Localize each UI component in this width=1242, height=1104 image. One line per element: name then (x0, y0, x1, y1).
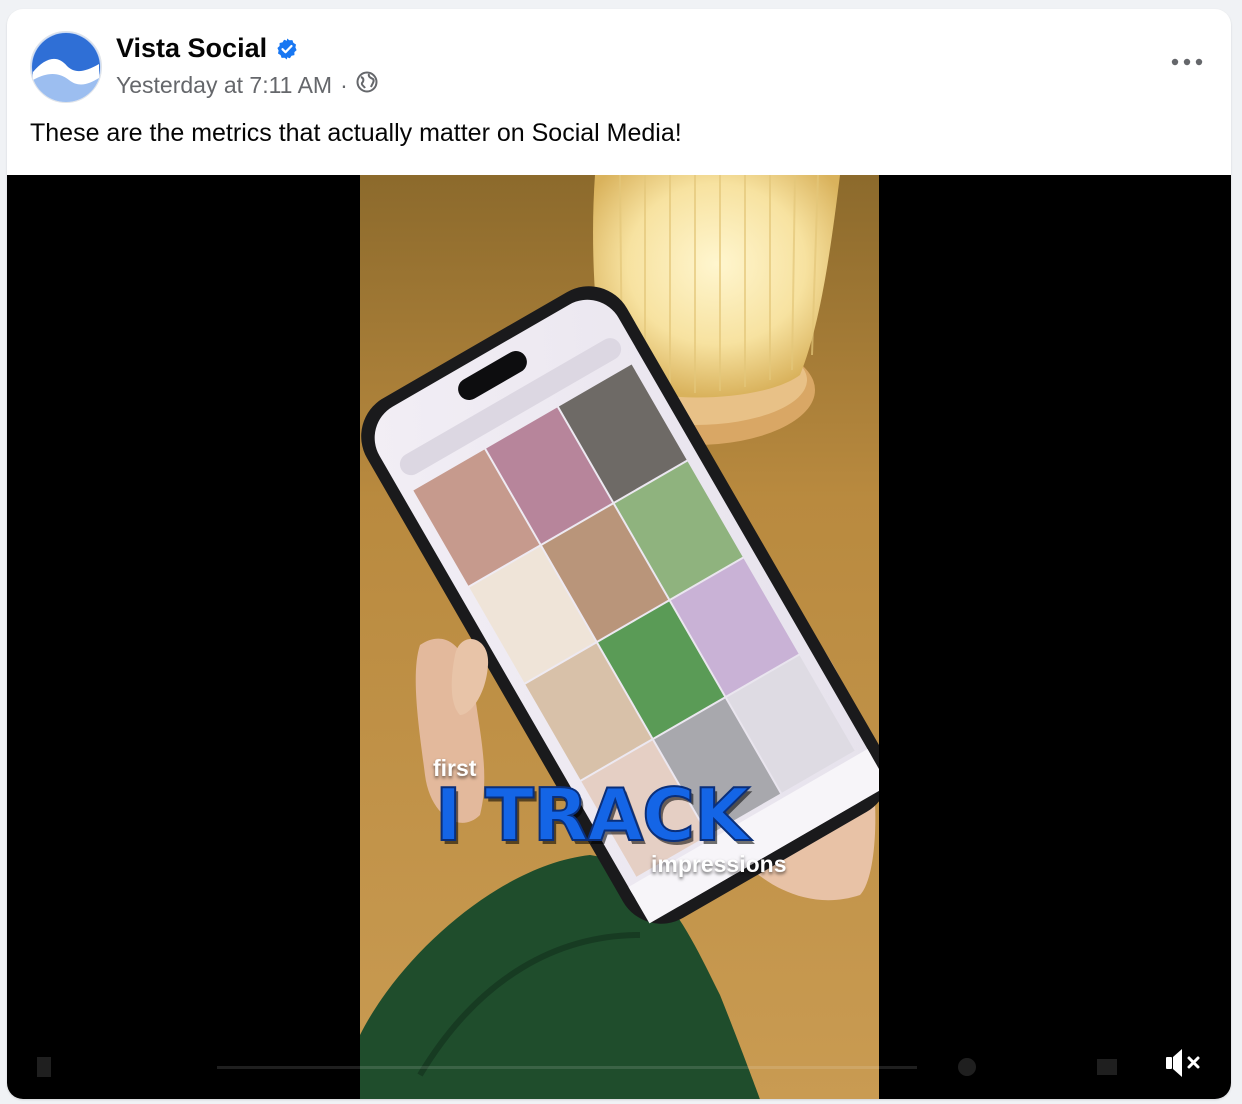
video-frame (360, 175, 879, 1099)
mute-toggle-button[interactable] (1162, 1043, 1206, 1083)
video-caption-main: I TRACK (434, 772, 751, 858)
video-caption-bottom: impressions (651, 851, 787, 877)
video-player[interactable]: first I TRACK impressions (7, 175, 1231, 1099)
post-meta: Yesterday at 7:11 AM · (116, 71, 378, 99)
more-options-icon (1171, 53, 1203, 71)
page-name-row: Vista Social (116, 33, 299, 64)
more-options-button[interactable] (1169, 47, 1205, 77)
post-card: Vista Social Yesterday at 7:11 AM · Thes… (7, 9, 1231, 1099)
video-controls-bar (37, 1057, 1117, 1077)
globe-icon[interactable] (356, 71, 378, 99)
page-name[interactable]: Vista Social (116, 33, 267, 64)
speaker-muted-icon (1162, 1049, 1206, 1087)
post-timestamp[interactable]: Yesterday at 7:11 AM (116, 72, 332, 99)
page-avatar[interactable] (30, 31, 102, 103)
post-text: These are the metrics that actually matt… (30, 119, 682, 147)
meta-separator: · (340, 71, 348, 98)
verified-badge-icon (275, 37, 299, 61)
